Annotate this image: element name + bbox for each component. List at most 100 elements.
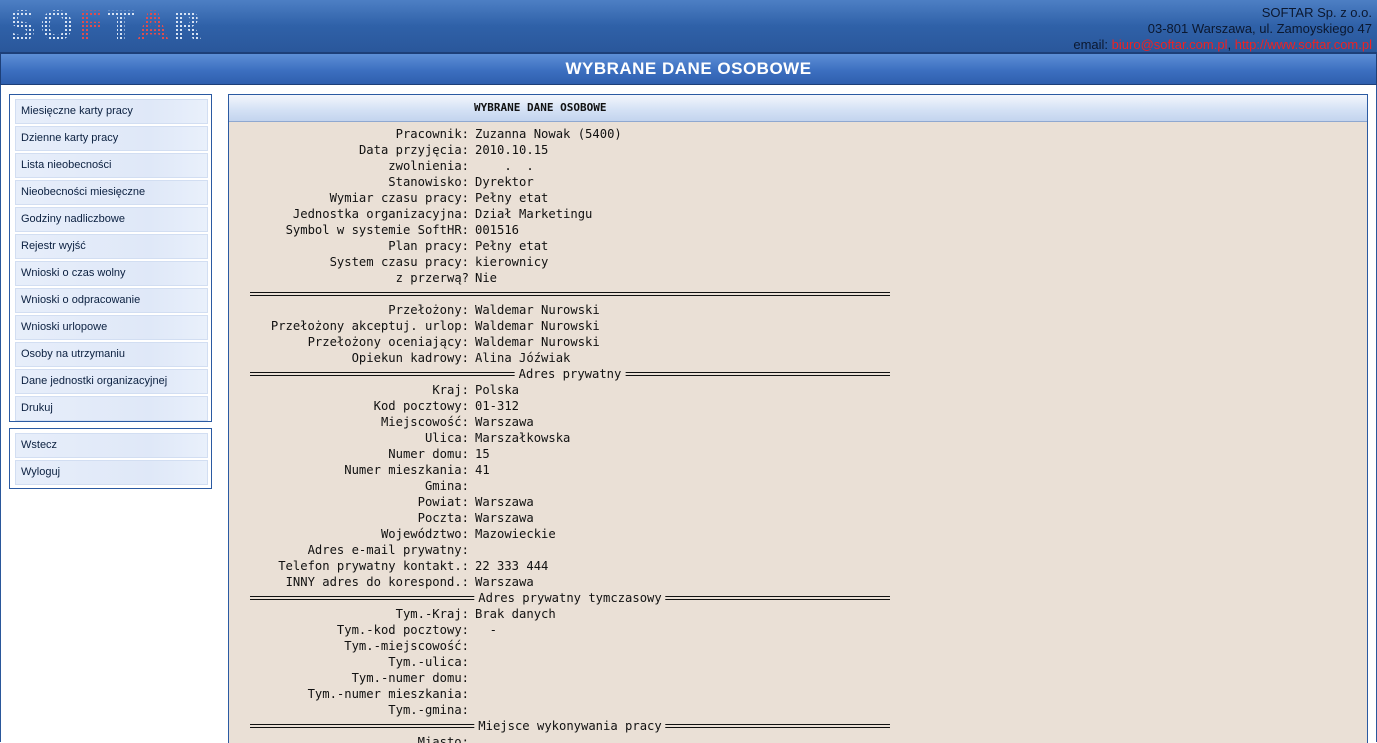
field-value: 01-312 bbox=[475, 399, 520, 413]
field-label: Gmina: bbox=[424, 479, 469, 493]
menu-item[interactable]: Nieobecności miesięczne bbox=[15, 180, 208, 205]
field-label: Tym.-Kraj: bbox=[395, 607, 469, 621]
data-row: Jednostka organizacyjna: Dział Marketingu bbox=[229, 206, 890, 222]
main-menu: Miesięczne karty pracy Dzienne karty prac… bbox=[9, 94, 212, 422]
field-value: Brak danych bbox=[475, 607, 556, 621]
data-row: Symbol w systemie SoftHR: 001516 bbox=[229, 222, 890, 238]
data-row: z przerwą? Nie bbox=[229, 270, 890, 286]
double-line bbox=[250, 292, 890, 296]
menu-item[interactable]: Wstecz bbox=[15, 433, 208, 458]
data-row: Pracownik: Zuzanna Nowak (5400) bbox=[229, 126, 890, 142]
field-value: . . bbox=[475, 159, 534, 173]
field-value: Warszawa bbox=[475, 575, 534, 589]
data-row: Data przyjęcia: 2010.10.15 bbox=[229, 142, 890, 158]
field-label: Miejscowość: bbox=[380, 415, 469, 429]
data-row: Tym.-Kraj: Brak danych bbox=[229, 606, 890, 622]
menu-item[interactable]: Osoby na utrzymaniu bbox=[15, 342, 208, 367]
field-value: Waldemar Nurowski bbox=[475, 335, 600, 349]
field-label: z przerwą? bbox=[395, 271, 469, 285]
field-value: kierownicy bbox=[475, 255, 549, 269]
field-value: 001516 bbox=[475, 223, 520, 237]
personal-data-panel: WYBRANE DANE OSOBOWE Pracownik: Zuzanna N… bbox=[228, 94, 1368, 743]
panel-title: WYBRANE DANE OSOBOWE bbox=[229, 95, 1367, 122]
menu-item[interactable]: Wyloguj bbox=[15, 460, 208, 485]
menu-item[interactable]: Wnioski o odpracowanie bbox=[15, 288, 208, 313]
data-row: Tym.-ulica: bbox=[229, 654, 890, 670]
menu-item[interactable]: Miesięczne karty pracy bbox=[15, 99, 208, 124]
data-row: Gmina: bbox=[229, 478, 890, 494]
menu-item[interactable]: Godziny nadliczbowe bbox=[15, 207, 208, 232]
field-label: Przełożony oceniający: bbox=[307, 335, 469, 349]
data-row: Powiat: Warszawa bbox=[229, 494, 890, 510]
logo-letter: S bbox=[8, 4, 38, 50]
data-row: Poczta: Warszawa bbox=[229, 510, 890, 526]
field-value: 22 333 444 bbox=[475, 559, 549, 573]
field-value: Dział Marketingu bbox=[475, 207, 593, 221]
field-label: Kod pocztowy: bbox=[373, 399, 469, 413]
email-label: email: bbox=[1073, 37, 1109, 52]
menu-item[interactable]: Dane jednostki organizacyjnej bbox=[15, 369, 208, 394]
field-value: Warszawa bbox=[475, 511, 534, 525]
data-row: Kraj: Polska bbox=[229, 382, 890, 398]
field-label: Tym.-numer mieszkania: bbox=[307, 687, 469, 701]
data-row: Telefon prywatny kontakt.: 22 333 444 bbox=[229, 558, 890, 574]
data-row: Przełożony akceptuj. urlop: Waldemar Nuro… bbox=[229, 318, 890, 334]
field-label: Przełożony: bbox=[388, 303, 469, 317]
email-link[interactable]: biuro@softar.com.pl bbox=[1112, 37, 1228, 52]
data-row: Wymiar czasu pracy: Pełny etat bbox=[229, 190, 890, 206]
field-value: Zuzanna Nowak (5400) bbox=[475, 127, 622, 141]
data-row: Tym.-numer mieszkania: bbox=[229, 686, 890, 702]
field-value: Polska bbox=[475, 383, 520, 397]
field-label: Numer mieszkania: bbox=[344, 463, 469, 477]
menu-item[interactable]: Wnioski urlopowe bbox=[15, 315, 208, 340]
field-label: Przełożony akceptuj. urlop: bbox=[270, 319, 469, 333]
field-value: 41 bbox=[475, 463, 490, 477]
field-label: Tym.-miejscowość: bbox=[344, 639, 469, 653]
data-row: Województwo: Mazowieckie bbox=[229, 526, 890, 542]
company-info: SOFTAR Sp. z o.o. 03-801 Warszawa, ul. Z… bbox=[1073, 5, 1372, 53]
field-value: Warszawa bbox=[475, 495, 534, 509]
menu-item[interactable]: Dzienne karty pracy bbox=[15, 126, 208, 151]
page-title: WYBRANE DANE OSOBOWE bbox=[0, 54, 1377, 85]
logo-letter: T bbox=[107, 4, 136, 50]
data-row: Tym.-gmina: bbox=[229, 702, 890, 718]
menu-item[interactable]: Lista nieobecności bbox=[15, 153, 208, 178]
section-title: Adres prywatny bbox=[514, 366, 626, 382]
field-label: Powiat: bbox=[417, 495, 469, 509]
field-label: Numer domu: bbox=[388, 447, 469, 461]
data-row: Tym.-miejscowość: bbox=[229, 638, 890, 654]
section-title: Adres prywatny tymczasowy bbox=[474, 590, 666, 606]
field-label: Tym.-ulica: bbox=[388, 655, 469, 669]
field-label: Tym.-kod pocztowy: bbox=[336, 623, 469, 637]
data-row: Przełożony oceniający: Waldemar Nurowski bbox=[229, 334, 890, 350]
menu-item[interactable]: Rejestr wyjść bbox=[15, 234, 208, 259]
section-separator: Adres prywatny bbox=[250, 366, 890, 382]
website-link[interactable]: http://www.softar.com.pl bbox=[1235, 37, 1372, 52]
field-label: Kraj: bbox=[432, 383, 469, 397]
field-label: zwolnienia: bbox=[388, 159, 469, 173]
menu-item[interactable]: Wnioski o czas wolny bbox=[15, 261, 208, 286]
data-row: Numer mieszkania: 41 bbox=[229, 462, 890, 478]
logo-letter: R bbox=[171, 4, 204, 50]
section-separator: Adres prywatny tymczasowy bbox=[250, 590, 890, 606]
field-value: Waldemar Nurowski bbox=[475, 303, 600, 317]
field-value: Warszawa bbox=[475, 415, 534, 429]
softar-logo: SOFTAR bbox=[8, 4, 202, 50]
data-row: Adres e-mail prywatny: bbox=[229, 542, 890, 558]
field-value: 15 bbox=[475, 447, 490, 461]
data-row: Tym.-kod pocztowy: - bbox=[229, 622, 890, 638]
field-value: Nie bbox=[475, 271, 498, 285]
logo-letter: A bbox=[137, 4, 170, 50]
data-row: zwolnienia: . . bbox=[229, 158, 890, 174]
field-label: Opiekun kadrowy: bbox=[351, 351, 469, 365]
field-label: Telefon prywatny kontakt.: bbox=[278, 559, 469, 573]
data-row: Plan pracy: Pełny etat bbox=[229, 238, 890, 254]
field-label: Adres e-mail prywatny: bbox=[307, 543, 469, 557]
personal-data-list: Pracownik: Zuzanna Nowak (5400) Data przyj… bbox=[229, 126, 890, 743]
data-row: Tym.-numer domu: bbox=[229, 670, 890, 686]
menu-item[interactable]: Drukuj bbox=[15, 396, 208, 421]
field-label: Wymiar czasu pracy: bbox=[329, 191, 469, 205]
field-label: Województwo: bbox=[380, 527, 469, 541]
field-label: Poczta: bbox=[417, 511, 469, 525]
field-label: Symbol w systemie SoftHR: bbox=[285, 223, 469, 237]
